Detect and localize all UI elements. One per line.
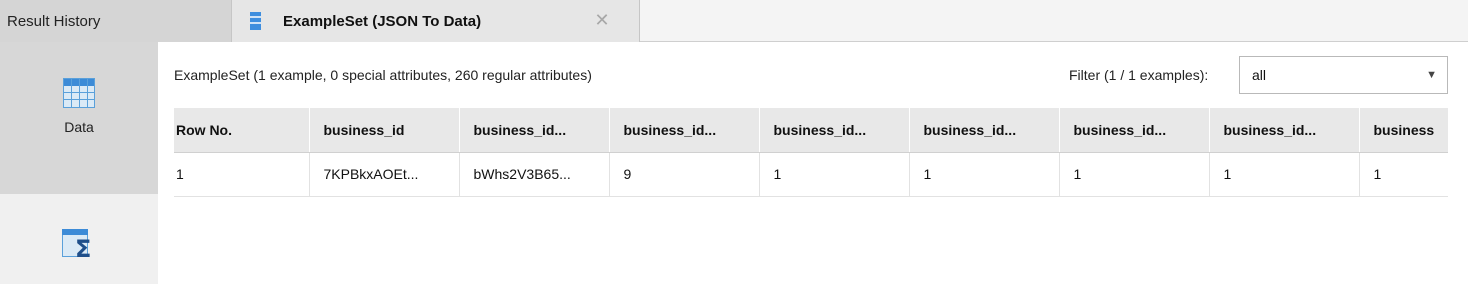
data-view-label: Data: [64, 119, 94, 135]
column-header[interactable]: business_id...: [1059, 108, 1210, 153]
column-header[interactable]: business_id...: [909, 108, 1060, 153]
tab-exampleset-label: ExampleSet (JSON To Data): [283, 12, 482, 30]
statistics-view-button[interactable]: Σ: [0, 194, 158, 284]
tab-result-history-label: Result History: [7, 12, 101, 30]
table-cell[interactable]: 1: [1209, 152, 1360, 197]
filter-label: Filter (1 / 1 examples):: [1069, 67, 1209, 83]
table-cell[interactable]: 1: [1059, 152, 1210, 197]
tab-result-history[interactable]: Result History: [0, 0, 232, 42]
column-header[interactable]: business_id...: [1209, 108, 1360, 153]
table-cell[interactable]: 1: [909, 152, 1060, 197]
table-header-row: Row No. business_id business_id... busin…: [174, 108, 1448, 153]
data-view-button[interactable]: Data: [0, 42, 158, 194]
table-row[interactable]: 1 7KPBkxAOEt... bWhs2V3B65... 9 1 1 1 1 …: [174, 152, 1448, 197]
tab-exampleset[interactable]: ExampleSet (JSON To Data) ✕: [232, 0, 640, 42]
table-cell[interactable]: 1: [1359, 152, 1448, 197]
exampleset-icon: [250, 12, 261, 30]
data-table: Row No. business_id business_id... busin…: [174, 108, 1448, 198]
close-icon[interactable]: ✕: [592, 10, 612, 31]
data-view-panel: ExampleSet (1 example, 0 special attribu…: [158, 42, 1468, 284]
table-cell[interactable]: bWhs2V3B65...: [459, 152, 610, 197]
table-cell[interactable]: 1: [759, 152, 910, 197]
data-table-icon: [63, 78, 95, 108]
table-cell[interactable]: 9: [609, 152, 760, 197]
exampleset-summary: ExampleSet (1 example, 0 special attribu…: [174, 67, 592, 83]
results-tab-bar: Result History ExampleSet (JSON To Data)…: [0, 0, 1468, 42]
column-header[interactable]: business_id...: [609, 108, 760, 153]
view-switcher: Data Σ: [0, 42, 158, 284]
column-header[interactable]: business: [1359, 108, 1448, 153]
chevron-down-icon: ▼: [1426, 69, 1437, 81]
sigma-glyph: Σ: [75, 235, 92, 263]
table-cell[interactable]: 1: [174, 152, 310, 197]
statistics-icon: Σ: [62, 229, 96, 261]
column-header[interactable]: business_id: [309, 108, 460, 153]
filter-selected-value: all: [1252, 67, 1267, 83]
column-header[interactable]: Row No.: [174, 108, 310, 153]
filter-dropdown[interactable]: all ▼: [1239, 56, 1448, 94]
column-header[interactable]: business_id...: [459, 108, 610, 153]
table-cell[interactable]: 7KPBkxAOEt...: [309, 152, 460, 197]
column-header[interactable]: business_id...: [759, 108, 910, 153]
